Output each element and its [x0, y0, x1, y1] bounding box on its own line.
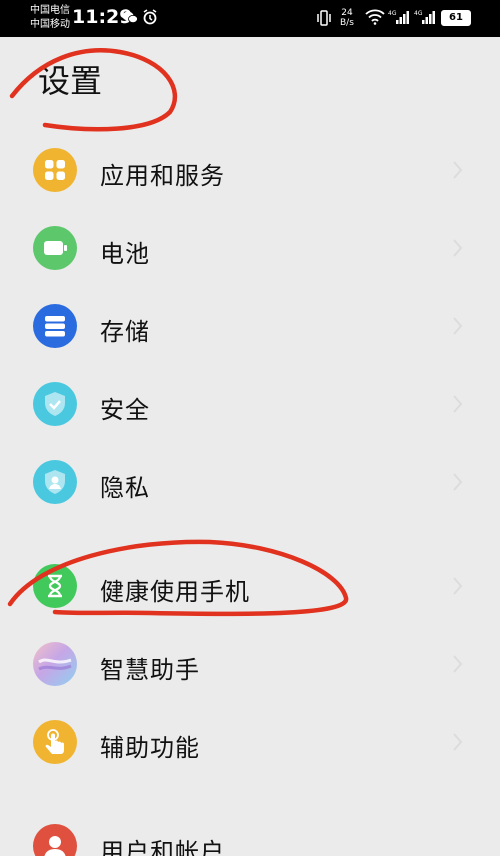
wechat-icon	[122, 11, 138, 23]
settings-item-label: 辅助功能	[100, 734, 200, 762]
page-title: 设置	[38, 62, 103, 100]
signal-1-icon: 4G	[388, 10, 409, 24]
privacy-shield-icon	[33, 460, 77, 504]
chevron-right-icon	[453, 317, 463, 335]
settings-item-label: 隐私	[100, 474, 150, 502]
chevron-right-icon	[453, 395, 463, 413]
settings-item-smart-assistant[interactable]: 智慧助手	[0, 628, 500, 706]
hourglass-icon	[33, 564, 77, 608]
settings-item-label: 智慧助手	[100, 656, 200, 684]
alarm-icon	[143, 9, 157, 25]
assistant-icon	[33, 642, 77, 686]
battery-indicator: 61	[441, 10, 471, 26]
status-bar: 中国电信 中国移动 11:29 24 B/s 4G 4G 61	[0, 0, 500, 37]
settings-item-security[interactable]: 安全	[0, 368, 500, 446]
settings-item-label: 电池	[100, 240, 150, 268]
settings-item-apps-services[interactable]: 应用和服务	[0, 134, 500, 212]
hand-touch-icon	[33, 720, 77, 764]
settings-item-label: 安全	[100, 396, 150, 424]
chevron-right-icon	[453, 473, 463, 491]
carrier-1: 中国电信	[30, 5, 70, 16]
settings-item-digital-wellbeing[interactable]: 健康使用手机	[0, 550, 500, 628]
wifi-icon	[365, 9, 385, 25]
svg-text:4G: 4G	[414, 10, 423, 17]
chevron-right-icon	[453, 161, 463, 179]
battery-icon	[33, 226, 77, 270]
storage-icon	[33, 304, 77, 348]
settings-item-label: 应用和服务	[100, 162, 225, 190]
settings-item-users-accounts[interactable]: 用户和帐户	[0, 810, 500, 856]
apps-icon	[33, 148, 77, 192]
chevron-right-icon	[453, 655, 463, 673]
settings-item-accessibility[interactable]: 辅助功能	[0, 706, 500, 784]
carrier-2: 中国移动	[30, 19, 70, 30]
settings-item-privacy[interactable]: 隐私	[0, 446, 500, 524]
settings-screen: 中国电信 中国移动 11:29 24 B/s 4G 4G 61 设置 应用和服务…	[0, 0, 500, 856]
settings-item-label: 存储	[100, 318, 150, 346]
settings-item-storage[interactable]: 存储	[0, 290, 500, 368]
settings-item-label: 用户和帐户	[100, 838, 225, 856]
vibrate-icon	[317, 10, 331, 26]
chevron-right-icon	[453, 733, 463, 751]
signal-2-icon: 4G	[414, 10, 435, 24]
svg-text:4G: 4G	[388, 10, 397, 17]
chevron-right-icon	[453, 577, 463, 595]
settings-item-label: 健康使用手机	[100, 578, 250, 606]
carrier-labels: 中国电信 中国移动	[30, 4, 70, 32]
network-speed: 24 B/s	[340, 8, 354, 28]
shield-check-icon	[33, 382, 77, 426]
user-icon	[33, 824, 77, 856]
chevron-right-icon	[453, 239, 463, 257]
settings-item-battery[interactable]: 电池	[0, 212, 500, 290]
